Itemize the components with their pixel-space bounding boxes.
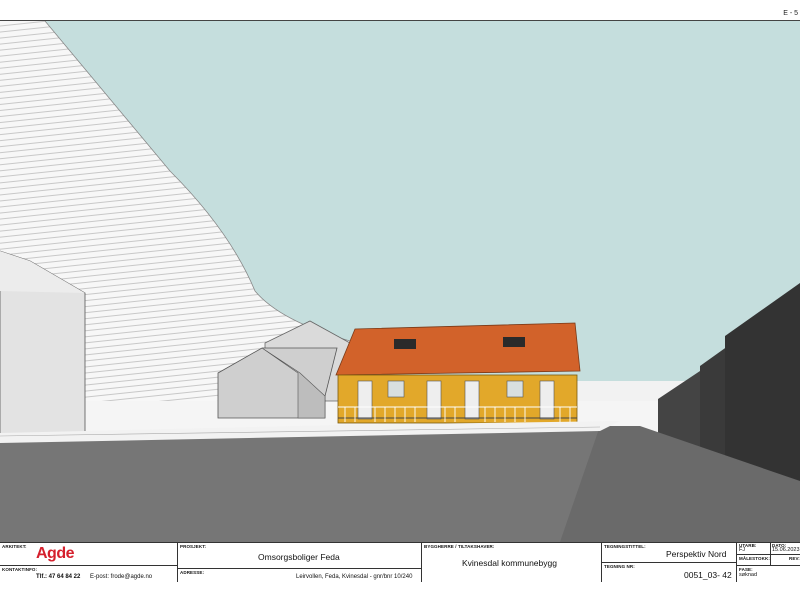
drawing-number-label: TEGNING NR:: [604, 564, 635, 569]
phase-value: søknad: [739, 572, 758, 578]
date-value: 15.06.2023: [772, 547, 800, 553]
yellow-house-roof: [335, 322, 581, 376]
title-block: ARKITEKT: Agde KONTAKTINFO: Tlf.: 47 64 …: [0, 542, 800, 584]
drawing-number-divider: [602, 562, 737, 563]
address-divider: [178, 568, 422, 569]
house-door-4: [539, 380, 555, 420]
house-window-1: [387, 380, 405, 398]
phone-text: Tlf.: 47 64 84 22: [36, 574, 81, 580]
address-label: ADRESSE:: [180, 570, 205, 575]
roof-window-left: [394, 339, 416, 349]
utarb-value: FJ: [739, 547, 746, 553]
contact-divider: [0, 565, 177, 566]
address-text: Leirvollen, Feda, Kvinesdal - gnr/bnr 10…: [296, 574, 413, 580]
drawing-number: 0051_03- 42: [684, 570, 732, 580]
agde-logo: Agde: [36, 545, 75, 562]
drawing-title-label: TEGNINGSTITTEL:: [604, 544, 646, 549]
project-name: Omsorgsboliger Feda: [258, 552, 340, 562]
meta-divider-1: [737, 554, 800, 555]
owner-name: Kvinesdal kommunebygg: [462, 558, 557, 568]
owner-label: BYGGHERRE / TILTAKSHAVER:: [424, 544, 495, 549]
roof-window-right: [503, 337, 525, 347]
drawing-title-cell: TEGNINGSTITTEL: Perspektiv Nord TEGNING …: [601, 543, 737, 583]
scale-label: MÅLESTOKK:: [739, 556, 770, 561]
architect-label: ARKITEKT:: [2, 544, 27, 549]
project-label: PROSJEKT:: [180, 544, 207, 549]
meta-cell: UTARB: FJ DATO: 15.06.2023 MÅLESTOKK: RE…: [736, 543, 800, 583]
project-cell: PROSJEKT: Omsorgsboliger Feda ADRESSE: L…: [177, 543, 422, 583]
sheet-corner-mark: E - 5: [783, 10, 798, 17]
contact-label: KONTAKTINFO:: [2, 567, 38, 572]
drawing-sheet: E - 5 ARKITEKT: Agde KONTAKTINFO: Tlf.: …: [0, 0, 800, 600]
house-door-1: [357, 380, 373, 420]
house-door-2: [426, 380, 442, 420]
architect-cell: ARKITEKT: Agde KONTAKTINFO: Tlf.: 47 64 …: [0, 543, 177, 583]
house-window-2: [506, 380, 524, 398]
rev-label: REV:: [789, 556, 800, 561]
email-text: E-post: frode@agde.no: [90, 574, 153, 580]
owner-cell: BYGGHERRE / TILTAKSHAVER: Kvinesdal komm…: [421, 543, 601, 583]
house-door-3: [464, 380, 480, 420]
page-bottom-margin: [0, 582, 800, 600]
perspective-render: [0, 21, 800, 542]
drawing-title: Perspektiv Nord: [666, 549, 727, 559]
render-svg: [0, 21, 800, 542]
meta-divider-2: [737, 565, 800, 566]
